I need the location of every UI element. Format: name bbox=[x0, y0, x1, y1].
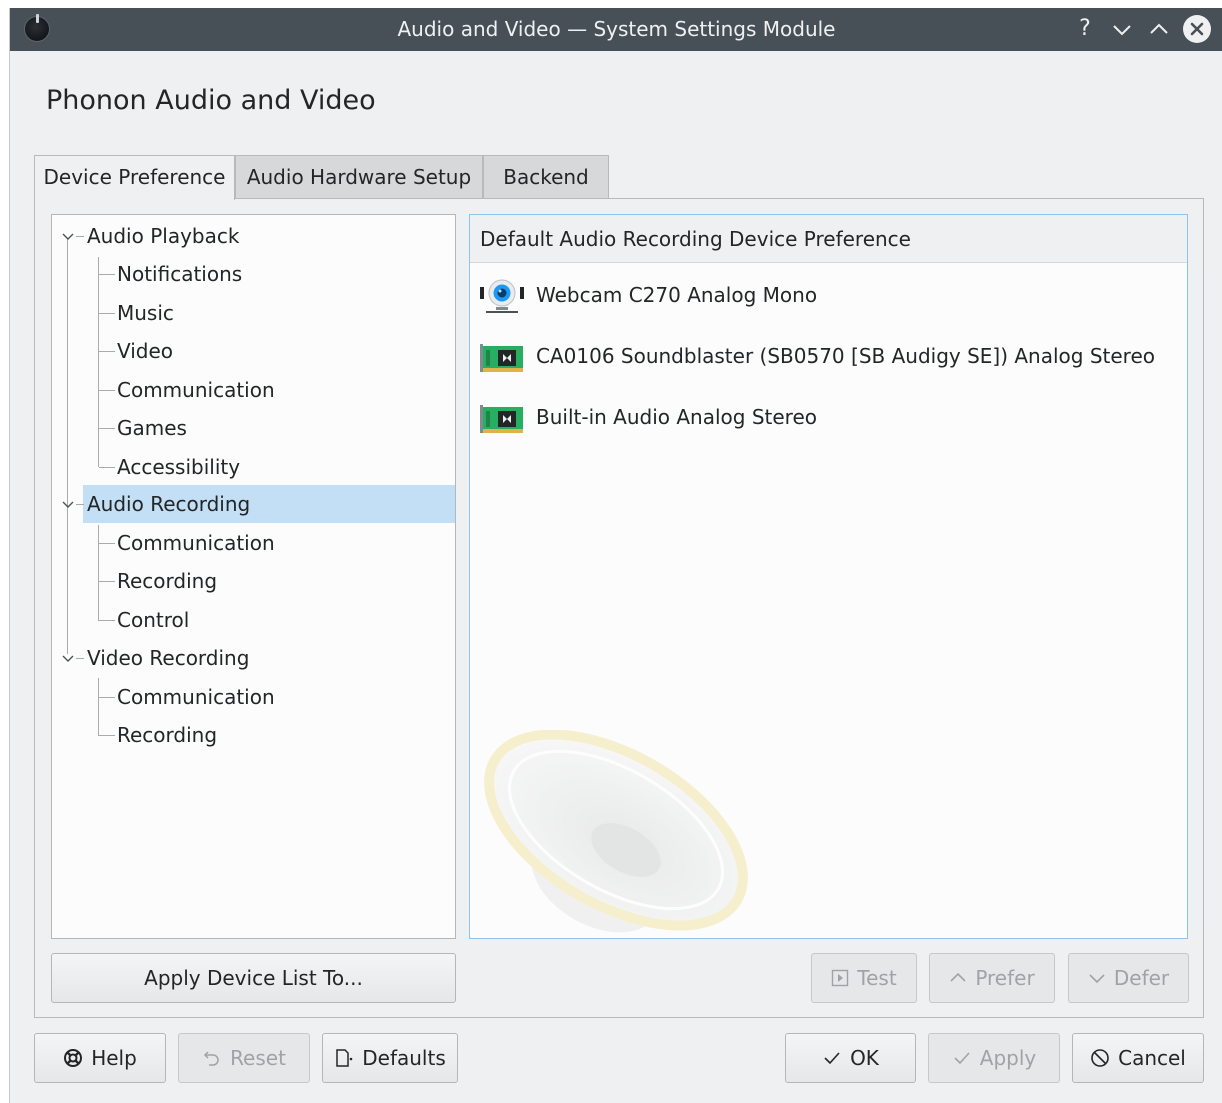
minimize-icon[interactable] bbox=[1108, 15, 1136, 43]
title-bar[interactable]: Audio and Video — System Settings Module… bbox=[10, 8, 1222, 51]
reset-label: Reset bbox=[230, 1046, 286, 1070]
tree-item-label: Audio Recording bbox=[87, 492, 251, 516]
tab-panel-device-preference: Audio Playback Notifications Music Video… bbox=[34, 198, 1204, 1018]
maximize-icon[interactable] bbox=[1145, 15, 1173, 43]
device-list-header: Default Audio Recording Device Preferenc… bbox=[470, 215, 1187, 263]
tree-item-label: Games bbox=[117, 416, 187, 440]
tab-backend[interactable]: Backend bbox=[483, 155, 609, 199]
tree-item-label: Recording bbox=[117, 723, 218, 747]
cancel-icon bbox=[1091, 1049, 1109, 1067]
chevron-down-icon[interactable] bbox=[60, 651, 76, 667]
tree-item-games[interactable]: Games bbox=[52, 409, 455, 447]
chevron-down-icon[interactable] bbox=[60, 497, 76, 513]
reset-button[interactable]: Reset bbox=[178, 1033, 310, 1083]
lifebuoy-icon bbox=[64, 1049, 83, 1067]
tab-audio-hardware-setup[interactable]: Audio Hardware Setup bbox=[235, 155, 483, 199]
tree-item-label: Video bbox=[117, 339, 174, 363]
tree-item-video-recording[interactable]: Video Recording bbox=[52, 639, 455, 677]
tree-item-control[interactable]: Control bbox=[52, 601, 455, 639]
tree-item-recording[interactable]: Recording bbox=[52, 562, 455, 600]
chevron-down-icon bbox=[1089, 974, 1105, 984]
tree-item-label: Audio Playback bbox=[87, 224, 240, 248]
chevron-up-icon bbox=[950, 972, 966, 982]
tree-item-label: Communication bbox=[117, 685, 275, 709]
tree-item-communication[interactable]: Communication bbox=[52, 678, 455, 716]
tab-device-preference[interactable]: Device Preference bbox=[34, 155, 235, 200]
tree-item-video[interactable]: Video bbox=[52, 332, 455, 370]
checkmark-icon bbox=[824, 1052, 840, 1065]
defer-label: Defer bbox=[1113, 966, 1170, 990]
sound-card-icon bbox=[480, 344, 523, 372]
defaults-label: Defaults bbox=[362, 1046, 446, 1070]
tree-item-accessibility[interactable]: Accessibility bbox=[52, 448, 455, 486]
tree-item-label: Control bbox=[117, 608, 190, 632]
tree-item-label: Notifications bbox=[117, 262, 243, 286]
ok-button[interactable]: OK bbox=[785, 1033, 916, 1083]
tree-item-label: Communication bbox=[117, 378, 275, 402]
test-label: Test bbox=[857, 966, 897, 990]
tree-item-notifications[interactable]: Notifications bbox=[52, 255, 455, 293]
sound-card-icon bbox=[480, 405, 523, 433]
help-icon[interactable]: ? bbox=[1071, 15, 1099, 43]
prefer-label: Prefer bbox=[975, 966, 1035, 990]
tree-item-label: Recording bbox=[117, 569, 218, 593]
tree-item-audio-recording[interactable]: Audio Recording bbox=[83, 485, 455, 523]
prefer-button[interactable]: Prefer bbox=[929, 953, 1055, 1003]
help-button[interactable]: Help bbox=[34, 1033, 166, 1083]
tree-item-music[interactable]: Music bbox=[52, 294, 455, 332]
tree-item-recording[interactable]: Recording bbox=[52, 716, 455, 754]
test-button[interactable]: Test bbox=[811, 953, 917, 1003]
speaker-watermark-icon bbox=[484, 730, 748, 933]
document-defaults-icon bbox=[336, 1049, 353, 1067]
device-item[interactable]: Built-in Audio Analog Stereo bbox=[480, 399, 1180, 439]
play-icon bbox=[832, 969, 849, 987]
tree-item-communication[interactable]: Communication bbox=[52, 371, 455, 409]
checkmark-icon bbox=[954, 1052, 970, 1065]
defaults-button[interactable]: Defaults bbox=[322, 1033, 458, 1083]
apply-label: Apply bbox=[979, 1046, 1037, 1070]
help-label: Help bbox=[91, 1046, 137, 1070]
window-title: Audio and Video — System Settings Module bbox=[397, 17, 836, 41]
apply-button[interactable]: Apply bbox=[928, 1033, 1060, 1083]
tree-item-label: Accessibility bbox=[117, 455, 241, 479]
chevron-down-icon[interactable] bbox=[60, 229, 76, 245]
tree-item-label: Video Recording bbox=[87, 646, 250, 670]
cancel-label: Cancel bbox=[1118, 1046, 1186, 1070]
device-list[interactable]: Default Audio Recording Device Preferenc… bbox=[469, 214, 1188, 939]
apply-device-list-label: Apply Device List To... bbox=[144, 966, 363, 990]
undo-icon bbox=[204, 1051, 219, 1066]
apply-device-list-button[interactable]: Apply Device List To... bbox=[51, 953, 456, 1003]
tree-item-audio-playback[interactable]: Audio Playback bbox=[52, 217, 455, 255]
device-label: Webcam C270 Analog Mono bbox=[536, 283, 818, 307]
device-item[interactable]: CA0106 Soundblaster (SB0570 [SB Audigy S… bbox=[480, 338, 1180, 378]
tree-item-label: Communication bbox=[117, 531, 275, 555]
ok-label: OK bbox=[850, 1046, 879, 1070]
category-tree[interactable]: Audio Playback Notifications Music Video… bbox=[51, 214, 456, 939]
device-item[interactable]: Webcam C270 Analog Mono bbox=[480, 277, 1180, 317]
defer-button[interactable]: Defer bbox=[1068, 953, 1189, 1003]
settings-window: Audio and Video — System Settings Module… bbox=[9, 8, 1222, 1103]
tree-item-communication[interactable]: Communication bbox=[52, 524, 455, 562]
page-heading: Phonon Audio and Video bbox=[46, 85, 376, 116]
tree-connector bbox=[76, 504, 84, 505]
close-icon[interactable] bbox=[1183, 15, 1211, 43]
tree-item-label: Music bbox=[117, 301, 174, 325]
webcam-icon bbox=[480, 279, 524, 313]
device-label: CA0106 Soundblaster (SB0570 [SB Audigy S… bbox=[536, 344, 1156, 368]
cancel-button[interactable]: Cancel bbox=[1072, 1033, 1204, 1083]
device-label: Built-in Audio Analog Stereo bbox=[536, 405, 817, 429]
